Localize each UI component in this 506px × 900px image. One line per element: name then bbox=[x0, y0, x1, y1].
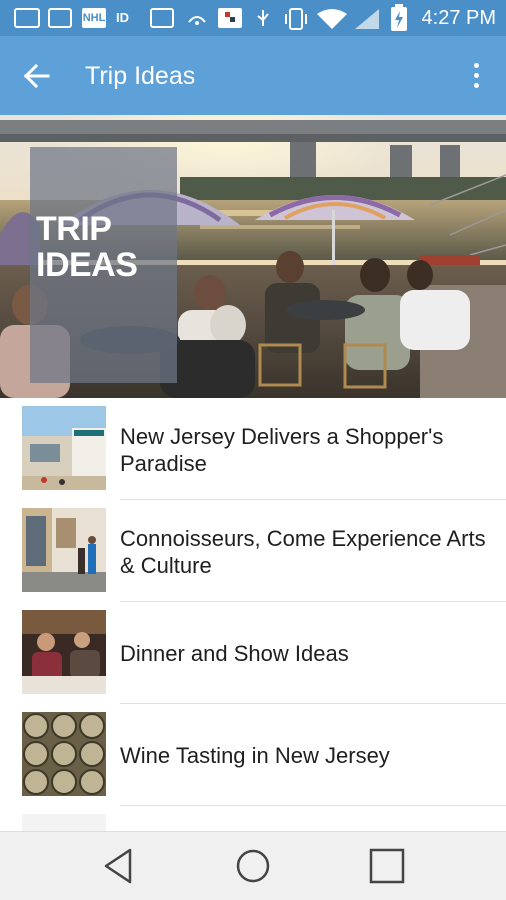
status-time: 4:27 PM bbox=[421, 7, 496, 29]
more-vert-icon[interactable] bbox=[464, 58, 488, 94]
page-title: Trip Ideas bbox=[85, 62, 196, 90]
list-item-dinner[interactable]: Dinner and Show Ideas bbox=[0, 602, 506, 704]
app-bar: Trip Ideas bbox=[0, 36, 506, 115]
list-item-partial[interactable] bbox=[0, 806, 506, 831]
outlet-mall-thumb bbox=[22, 406, 106, 490]
list-item-label: Dinner and Show Ideas bbox=[120, 641, 349, 666]
list-item-arts[interactable]: Connoisseurs, Come Experience Arts & Cul… bbox=[0, 500, 506, 602]
nav-home-icon[interactable] bbox=[231, 846, 275, 886]
art-gallery-thumb bbox=[22, 508, 106, 592]
wine-barrels-thumb bbox=[22, 712, 106, 796]
partial-thumb bbox=[22, 814, 106, 831]
nav-recents-icon[interactable] bbox=[364, 846, 408, 886]
id-icon: ID bbox=[116, 10, 129, 25]
nav-back-icon[interactable] bbox=[98, 846, 142, 886]
signal-icon bbox=[354, 8, 380, 29]
image-icon bbox=[48, 8, 72, 28]
message-icon bbox=[14, 8, 40, 28]
system-nav-bar bbox=[0, 831, 506, 900]
status-bar: NHL ID 4:27 PM bbox=[0, 0, 506, 36]
arrow-back-icon[interactable] bbox=[18, 56, 62, 96]
vibrate-icon bbox=[284, 8, 308, 30]
cast-icon bbox=[186, 8, 208, 28]
list-item-label: New Jersey Delivers a Shopper's Paradise bbox=[120, 424, 444, 476]
trip-ideas-list: New Jersey Delivers a Shopper's Paradise… bbox=[0, 398, 506, 831]
battery-charging-icon bbox=[390, 4, 408, 32]
list-item-wine[interactable]: Wine Tasting in New Jersey bbox=[0, 704, 506, 806]
wifi-icon bbox=[316, 8, 348, 29]
list-item-label: Connoisseurs, Come Experience Arts & Cul… bbox=[120, 526, 486, 578]
dinner-show-thumb bbox=[22, 610, 106, 694]
list-item-shopping[interactable]: New Jersey Delivers a Shopper's Paradise bbox=[0, 398, 506, 500]
hero-badge-text: TRIP IDEAS bbox=[36, 210, 138, 284]
game-icon bbox=[218, 8, 242, 28]
hero-image: TRIP IDEAS bbox=[0, 115, 506, 398]
notes-icon bbox=[150, 8, 174, 28]
list-item-label: Wine Tasting in New Jersey bbox=[120, 743, 390, 768]
usb-icon bbox=[254, 8, 272, 28]
nhl-icon: NHL bbox=[82, 8, 106, 28]
